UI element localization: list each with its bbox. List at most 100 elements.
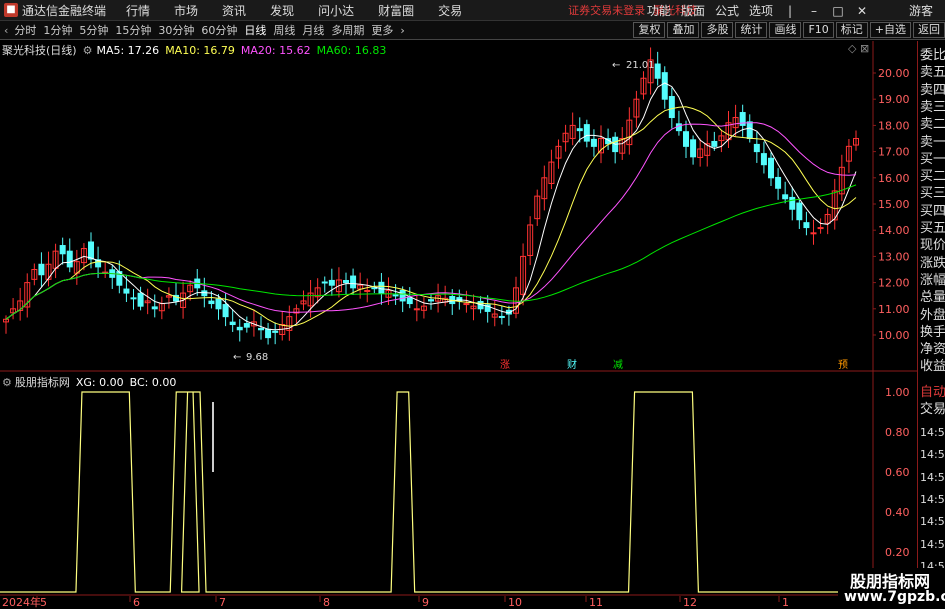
price-tick-label: 14.00 <box>878 224 910 237</box>
btn-duogu[interactable]: 多股 <box>701 22 734 38</box>
candle-down <box>768 157 774 179</box>
side-label[interactable]: 买一 <box>920 151 945 168</box>
chevron-right-icon[interactable]: › <box>400 24 404 37</box>
side-label[interactable]: 涨跌 <box>920 255 945 272</box>
period-toolbar: ‹ 分时 1分钟 5分钟 15分钟 30分钟 60分钟 日线 周线 月线 多周期… <box>0 21 945 40</box>
menu-item-xuanxiang[interactable]: 选项 <box>749 2 773 19</box>
date-tick-label: 2024年 <box>2 595 41 609</box>
sub-axis: 1.00 0.80 0.60 0.40 0.20 <box>885 386 910 559</box>
price-tick-label: 15.00 <box>878 198 910 211</box>
minimize-icon[interactable]: – <box>807 4 821 18</box>
maximize-icon[interactable]: □ <box>831 4 845 18</box>
side-label[interactable]: 买三 <box>920 185 945 202</box>
tick-time: 14:56 <box>920 492 945 506</box>
side-label[interactable]: 委比 <box>920 47 945 64</box>
candle-down <box>654 63 661 79</box>
menu-item-gongneng[interactable]: 功能 <box>647 2 671 19</box>
side-label[interactable]: 收益 <box>920 358 945 375</box>
period-30min[interactable]: 30分钟 <box>158 22 194 38</box>
period-1min[interactable]: 1分钟 <box>43 22 72 38</box>
btn-huaxian[interactable]: 画线 <box>769 22 802 38</box>
date-tick-label: 7 <box>219 596 226 609</box>
menu-item-faxian[interactable]: 发现 <box>270 2 294 19</box>
btn-biaoji[interactable]: 标记 <box>835 22 868 38</box>
candle-down <box>583 124 590 142</box>
menu-item-caifuquan[interactable]: 财富圈 <box>378 2 414 19</box>
period-weekly[interactable]: 周线 <box>273 22 295 38</box>
candles <box>3 47 859 345</box>
date-tick-label: 8 <box>323 596 330 609</box>
candle-down <box>328 279 335 286</box>
candle-down <box>66 250 73 268</box>
side-label[interactable]: 买四 <box>920 203 945 220</box>
menu-item-banmian[interactable]: 版面 <box>681 2 705 19</box>
menu-item-hangqing[interactable]: 行情 <box>126 2 150 19</box>
guest-user[interactable]: 游客 <box>909 2 933 19</box>
menu-item-shichang[interactable]: 市场 <box>174 2 198 19</box>
tick-time: 14:56 <box>920 537 945 551</box>
period-15min[interactable]: 15分钟 <box>115 22 151 38</box>
window-sep-icon: | <box>787 3 792 18</box>
candle-down <box>760 153 767 166</box>
candlestick-chart[interactable]: 20.00 19.00 18.00 17.00 16.00 15.00 14.00 13.00… <box>0 41 917 372</box>
date-tick-label: 1 <box>782 596 789 609</box>
candle-down <box>775 176 782 189</box>
side-label[interactable]: 卖五 <box>920 64 945 81</box>
side-label[interactable]: 卖二 <box>920 116 945 133</box>
period-more[interactable]: 更多 <box>371 22 393 38</box>
sub-tick-label: 0.40 <box>885 506 910 519</box>
menu-item-jiaoyi[interactable]: 交易 <box>438 2 462 19</box>
candle-down <box>350 275 357 289</box>
candle-down <box>38 263 45 276</box>
candle-down <box>272 330 279 333</box>
quote-side-panel: 委比 卖五 卖四 卖三 卖二 卖一 买一 买二 买三 买四 买五 现价 涨跌 涨幅 总量 外盘 换手 净资 收益自动… <box>917 41 945 609</box>
btn-f10[interactable]: F10 <box>803 22 834 38</box>
side-label[interactable]: 卖三 <box>920 99 945 116</box>
price-tick-label: 11.00 <box>878 303 910 316</box>
btn-fuquan[interactable]: 复权 <box>633 22 666 38</box>
side-label[interactable]: 现价 <box>920 237 945 254</box>
candle-down <box>229 321 236 326</box>
period-multi[interactable]: 多周期 <box>331 22 364 38</box>
btn-fanhui[interactable]: 返回 <box>913 22 945 38</box>
period-60min[interactable]: 60分钟 <box>201 22 237 38</box>
candle-down <box>243 323 250 328</box>
date-tick-label: 10 <box>508 596 522 609</box>
candle-down <box>668 96 675 119</box>
side-label[interactable]: 买五 <box>920 220 945 237</box>
side-label[interactable]: 卖一 <box>920 134 945 151</box>
btn-zixuan[interactable]: +自选 <box>869 22 911 38</box>
trade-login-warning[interactable]: 证券交易未登录 <box>568 2 645 18</box>
side-label[interactable]: 买二 <box>920 168 945 185</box>
period-daily[interactable]: 日线 <box>244 22 266 38</box>
auto-trade-label[interactable]: 交易 <box>920 401 945 418</box>
candle-down <box>590 138 597 147</box>
auto-trade-label[interactable]: 自动 <box>920 384 945 401</box>
back-arrow-icon[interactable]: ‹ <box>4 24 8 37</box>
side-label[interactable]: 净资 <box>920 341 945 358</box>
close-icon[interactable]: ✕ <box>855 4 869 18</box>
candle-up <box>817 227 824 230</box>
period-monthly[interactable]: 月线 <box>302 22 324 38</box>
side-label[interactable]: 总量 <box>920 289 945 306</box>
candle-down <box>399 289 406 302</box>
side-label[interactable]: 换手 <box>920 324 945 341</box>
date-tick-label: 9 <box>422 596 429 609</box>
side-label[interactable]: 涨幅 <box>920 272 945 289</box>
candle-down <box>258 327 264 331</box>
side-label[interactable]: 卖四 <box>920 82 945 99</box>
side-label[interactable]: 外盘 <box>920 307 945 324</box>
candle-down <box>753 143 760 153</box>
menu-item-wenxiaoda[interactable]: 问小达 <box>318 2 354 19</box>
candle-down <box>130 297 137 300</box>
candle-down <box>236 326 243 331</box>
btn-diejia[interactable]: 叠加 <box>667 22 700 38</box>
candle-down <box>576 128 583 132</box>
btn-tongji[interactable]: 统计 <box>735 22 768 38</box>
period-fenshi[interactable]: 分时 <box>14 22 36 38</box>
menu-item-gongshi[interactable]: 公式 <box>715 2 739 19</box>
xg-indicator-chart[interactable]: 1.00 0.80 0.60 0.40 0.20 2024年 5 6 7 8 9 10 11 12 1 <box>0 372 917 609</box>
candle-down <box>151 306 158 310</box>
menu-item-zixun[interactable]: 资讯 <box>222 2 246 19</box>
period-5min[interactable]: 5分钟 <box>79 22 108 38</box>
